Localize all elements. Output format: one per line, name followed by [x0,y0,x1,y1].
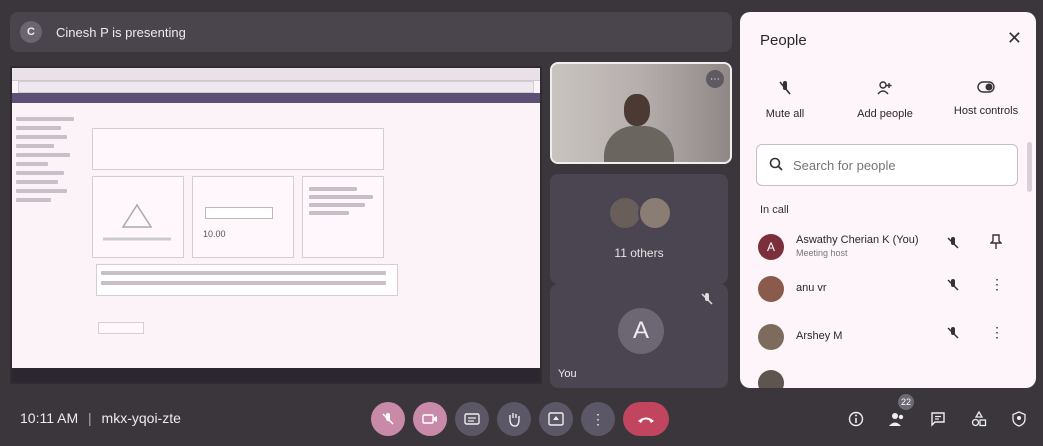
shared-card-2: 10.00 [192,176,294,258]
presenter-avatar: C [20,21,42,43]
video-tile-presenter[interactable]: ⋯ [550,62,732,164]
mic-off-icon [382,413,394,425]
shared-button [98,322,144,334]
present-screen-icon [548,412,564,426]
pin-icon[interactable] [989,234,1003,253]
presenting-text: Cinesh P is presenting [56,24,186,40]
shared-browser-tabs [12,68,540,81]
shared-amount: 10.00 [203,229,226,239]
chat-icon[interactable] [925,406,951,432]
camera-off-icon [422,414,437,424]
mic-toggle-button[interactable] [371,402,405,436]
panel-title: People [760,32,807,49]
shared-address-bar [18,81,534,93]
clock-time: 10:11 AM [20,410,79,426]
meeting-time-code: 10:11 AM | mkx-yqoi-zte [20,410,181,426]
avatar [758,370,784,388]
panel-actions: Mute all Add people Host controls [740,80,1036,130]
participant-name: Aswathy Cherian K (You) [796,234,919,246]
more-options-button[interactable]: ⋮ [581,402,615,436]
participants-badge: 22 [898,394,914,410]
close-icon[interactable]: ✕ [1007,28,1022,49]
participant-role: Meeting host [796,248,848,258]
section-heading: In call [760,204,789,216]
you-label: You [558,368,577,380]
shared-sidebar [16,112,80,262]
mute-all-button[interactable]: Mute all [740,80,830,120]
participant-name: anu vr [796,282,827,294]
add-people-button[interactable]: Add people [840,80,930,120]
mic-off-icon[interactable] [946,236,960,253]
shared-image-icon [103,203,171,241]
mic-off-icon[interactable] [946,278,960,295]
video-tile-others[interactable]: 11 others [550,174,728,284]
others-count: 11 others [614,246,664,260]
list-item[interactable] [740,364,1036,388]
people-panel: People ✕ Mute all Add people Host contro… [740,12,1036,388]
activities-icon[interactable] [966,406,992,432]
participant-name: Arshey M [796,330,843,342]
avatar [758,324,784,350]
shared-form-header [92,128,384,170]
captions-button[interactable] [455,402,489,436]
avatar [758,276,784,302]
video-tile-you[interactable]: A You [550,284,728,388]
shared-table [96,264,398,296]
list-item[interactable]: anu vr ⋮ [740,270,1036,310]
more-options-icon[interactable]: ⋯ [706,70,724,88]
mic-off-icon[interactable] [946,326,960,343]
meeting-stage: C Cinesh P is presenting 10.00 ⋯ 11 othe… [0,0,1043,446]
avatar: A [758,234,784,260]
more-options-icon[interactable]: ⋮ [990,276,1004,293]
bottom-bar: 10:11 AM | mkx-yqoi-zte ⋮ [0,392,1043,446]
camera-toggle-button[interactable] [413,402,447,436]
avatar: A [618,308,664,354]
shared-card-3 [302,176,384,258]
more-options-icon[interactable]: ⋮ [990,324,1004,341]
search-icon [769,157,783,174]
shared-app-nav [12,93,540,103]
hang-up-icon [638,417,654,423]
shared-taskbar [12,368,540,382]
shared-screen: 10.00 [10,66,542,384]
add-person-icon [840,80,930,100]
separator: | [88,410,92,426]
meeting-code: mkx-yqoi-zte [101,410,181,426]
toggle-icon [940,80,1032,97]
mic-off-icon [700,292,718,310]
more-vert-icon: ⋮ [591,410,605,427]
raise-hand-button[interactable] [497,402,531,436]
list-item[interactable]: Arshey M ⋮ [740,318,1036,358]
mic-off-icon [740,80,830,100]
host-controls-icon[interactable] [1006,406,1032,432]
presenting-banner: C Cinesh P is presenting [10,12,732,52]
leave-call-button[interactable] [623,402,669,436]
hand-icon [509,413,520,427]
avatar [638,196,672,230]
info-icon[interactable] [843,406,869,432]
scrollbar[interactable] [1027,142,1032,192]
list-item[interactable]: A Aswathy Cherian K (You) Meeting host [740,228,1036,268]
search-input[interactable] [791,156,1005,174]
host-controls-button[interactable]: Host controls [940,80,1032,117]
shared-card-1 [92,176,184,258]
present-button[interactable] [539,402,573,436]
avatar [608,196,642,230]
captions-icon [464,413,480,425]
search-field[interactable] [756,144,1018,186]
